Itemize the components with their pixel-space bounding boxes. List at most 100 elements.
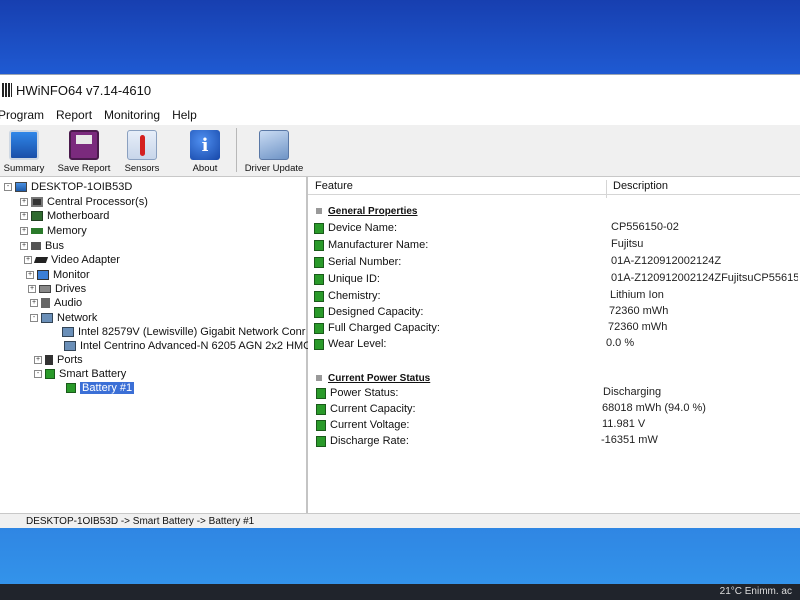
section-bullet-icon: [316, 208, 322, 214]
feature-label: Manufacturer Name:: [328, 239, 429, 251]
tree-item-label: Video Adapter: [51, 254, 120, 266]
battery-icon: [314, 322, 324, 334]
tree-item-label: Memory: [47, 225, 87, 237]
tree-item-ports[interactable]: + Ports: [34, 353, 83, 367]
collapse-icon[interactable]: -: [34, 370, 42, 378]
sensors-button[interactable]: Sensors: [116, 126, 168, 174]
cpu-icon: [31, 197, 43, 207]
expand-icon[interactable]: +: [26, 271, 34, 279]
save-report-button[interactable]: Save Report: [54, 126, 114, 174]
tree-root[interactable]: - DESKTOP-1OIB53D: [4, 180, 132, 194]
feature-value: 68018 mWh (94.0 %): [602, 402, 706, 414]
driver-update-icon: [259, 130, 289, 160]
battery-icon: [314, 338, 324, 350]
tree-item-label: Motherboard: [47, 210, 110, 222]
table-row[interactable]: Manufacturer Name:: [314, 238, 428, 252]
expand-icon[interactable]: +: [20, 198, 28, 206]
table-row[interactable]: Current Voltage:: [316, 418, 410, 432]
tree-item-label: Ports: [57, 354, 83, 366]
tree-item-cpu[interactable]: + Central Processor(s): [20, 195, 148, 209]
column-separator[interactable]: [606, 180, 607, 198]
status-path: DESKTOP-1OIB53D -> Smart Battery -> Batt…: [26, 516, 255, 527]
table-row[interactable]: Wear Level:: [314, 337, 387, 351]
table-row[interactable]: Serial Number:: [314, 255, 401, 269]
desktop-background-top: [0, 0, 800, 74]
summary-button[interactable]: Summary: [0, 126, 48, 174]
weather-widget[interactable]: 21°C Enimm. ac: [720, 586, 792, 597]
info-icon: i: [190, 130, 220, 160]
title-bar: HWiNFO64 v7.14-4610: [0, 75, 800, 105]
table-row[interactable]: Designed Capacity:: [314, 305, 423, 319]
feature-label: Wear Level:: [328, 338, 387, 350]
menu-report[interactable]: Report: [50, 108, 98, 122]
battery-icon: [314, 273, 324, 285]
menu-help[interactable]: Help: [166, 108, 203, 122]
column-header: Feature Description: [308, 177, 800, 198]
feature-value: Lithium Ion: [610, 289, 664, 301]
menu-monitoring[interactable]: Monitoring: [98, 108, 166, 122]
computer-icon: [15, 182, 27, 192]
feature-value: 72360 mWh: [608, 321, 668, 333]
collapse-icon[interactable]: -: [30, 314, 38, 322]
feature-value: CP556150-02: [611, 221, 679, 233]
tree-item-network[interactable]: - Network: [30, 311, 97, 325]
expand-icon[interactable]: +: [30, 299, 38, 307]
tree-item-audio[interactable]: + Audio: [30, 296, 82, 310]
table-row[interactable]: Device Name:: [314, 221, 397, 235]
feature-value: Discharging: [603, 386, 662, 398]
network-adapter-icon: [62, 327, 74, 337]
menu-bar: Program Report Monitoring Help: [0, 105, 800, 125]
tree-item-label: Intel 82579V (Lewisville) Gigabit Networ…: [78, 326, 306, 338]
about-label: About: [192, 163, 218, 174]
toolbar: Summary Save Report Sensors i About Driv…: [0, 125, 800, 177]
tree-item-network-adapter[interactable]: Intel Centrino Advanced-N 6205 AGN 2x2 H…: [64, 339, 311, 353]
hwinfo-window: HWiNFO64 v7.14-4610 Program Report Monit…: [0, 74, 800, 529]
tree-item-motherboard[interactable]: + Motherboard: [20, 209, 109, 223]
tree-item-video-adapter[interactable]: + Video Adapter: [24, 253, 120, 267]
feature-value: 72360 mWh: [609, 305, 669, 317]
tree-item-smart-battery[interactable]: - Smart Battery: [34, 367, 126, 381]
tree-item-drives[interactable]: + Drives: [28, 282, 86, 296]
tree-item-battery-1[interactable]: Battery #1: [66, 381, 135, 395]
table-row[interactable]: Power Status:: [316, 386, 398, 400]
feature-label: Chemistry:: [328, 290, 381, 302]
taskbar: 21°C Enimm. ac: [0, 584, 800, 600]
table-row[interactable]: Discharge Rate:: [316, 434, 409, 448]
section-general-properties: General Properties: [316, 204, 417, 218]
hwinfo-app-icon: [2, 83, 12, 97]
expand-icon[interactable]: +: [20, 242, 28, 250]
driver-update-button[interactable]: Driver Update: [243, 126, 305, 174]
battery-icon: [314, 256, 324, 268]
feature-label: Power Status:: [330, 387, 399, 399]
tree-item-bus[interactable]: + Bus: [20, 239, 64, 253]
tree-item-monitor[interactable]: + Monitor: [26, 268, 90, 282]
column-header-description[interactable]: Description: [613, 180, 668, 192]
about-button[interactable]: i About: [180, 126, 230, 174]
table-row[interactable]: Current Capacity:: [316, 402, 416, 416]
collapse-icon[interactable]: -: [4, 183, 12, 191]
expand-icon[interactable]: +: [20, 212, 28, 220]
feature-value: 01A-Z120912002124ZFujitsuCP556150-0: [611, 272, 798, 284]
section-title: Current Power Status: [328, 372, 431, 384]
menu-program[interactable]: Program: [0, 108, 50, 122]
feature-value: 0.0 %: [606, 337, 635, 349]
tree-item-network-adapter[interactable]: Intel 82579V (Lewisville) Gigabit Networ…: [62, 325, 305, 339]
table-row[interactable]: Unique ID:: [314, 272, 380, 286]
save-report-label: Save Report: [57, 163, 111, 174]
tree-item-memory[interactable]: + Memory: [20, 224, 87, 238]
tree-item-label: Drives: [55, 283, 87, 295]
column-header-feature[interactable]: Feature: [315, 180, 353, 192]
table-row[interactable]: Chemistry:: [314, 289, 381, 303]
speaker-icon: [41, 298, 50, 308]
feature-label: Designed Capacity:: [328, 306, 424, 318]
battery-icon: [316, 435, 326, 447]
memory-icon: [31, 228, 43, 234]
expand-icon[interactable]: +: [20, 227, 28, 235]
expand-icon[interactable]: +: [34, 356, 42, 364]
thermometer-icon: [127, 130, 157, 160]
feature-label: Current Voltage:: [330, 419, 410, 431]
feature-label: Full Charged Capacity:: [328, 322, 440, 334]
expand-icon[interactable]: +: [24, 256, 32, 264]
expand-icon[interactable]: +: [28, 285, 36, 293]
table-row[interactable]: Full Charged Capacity:: [314, 321, 440, 335]
